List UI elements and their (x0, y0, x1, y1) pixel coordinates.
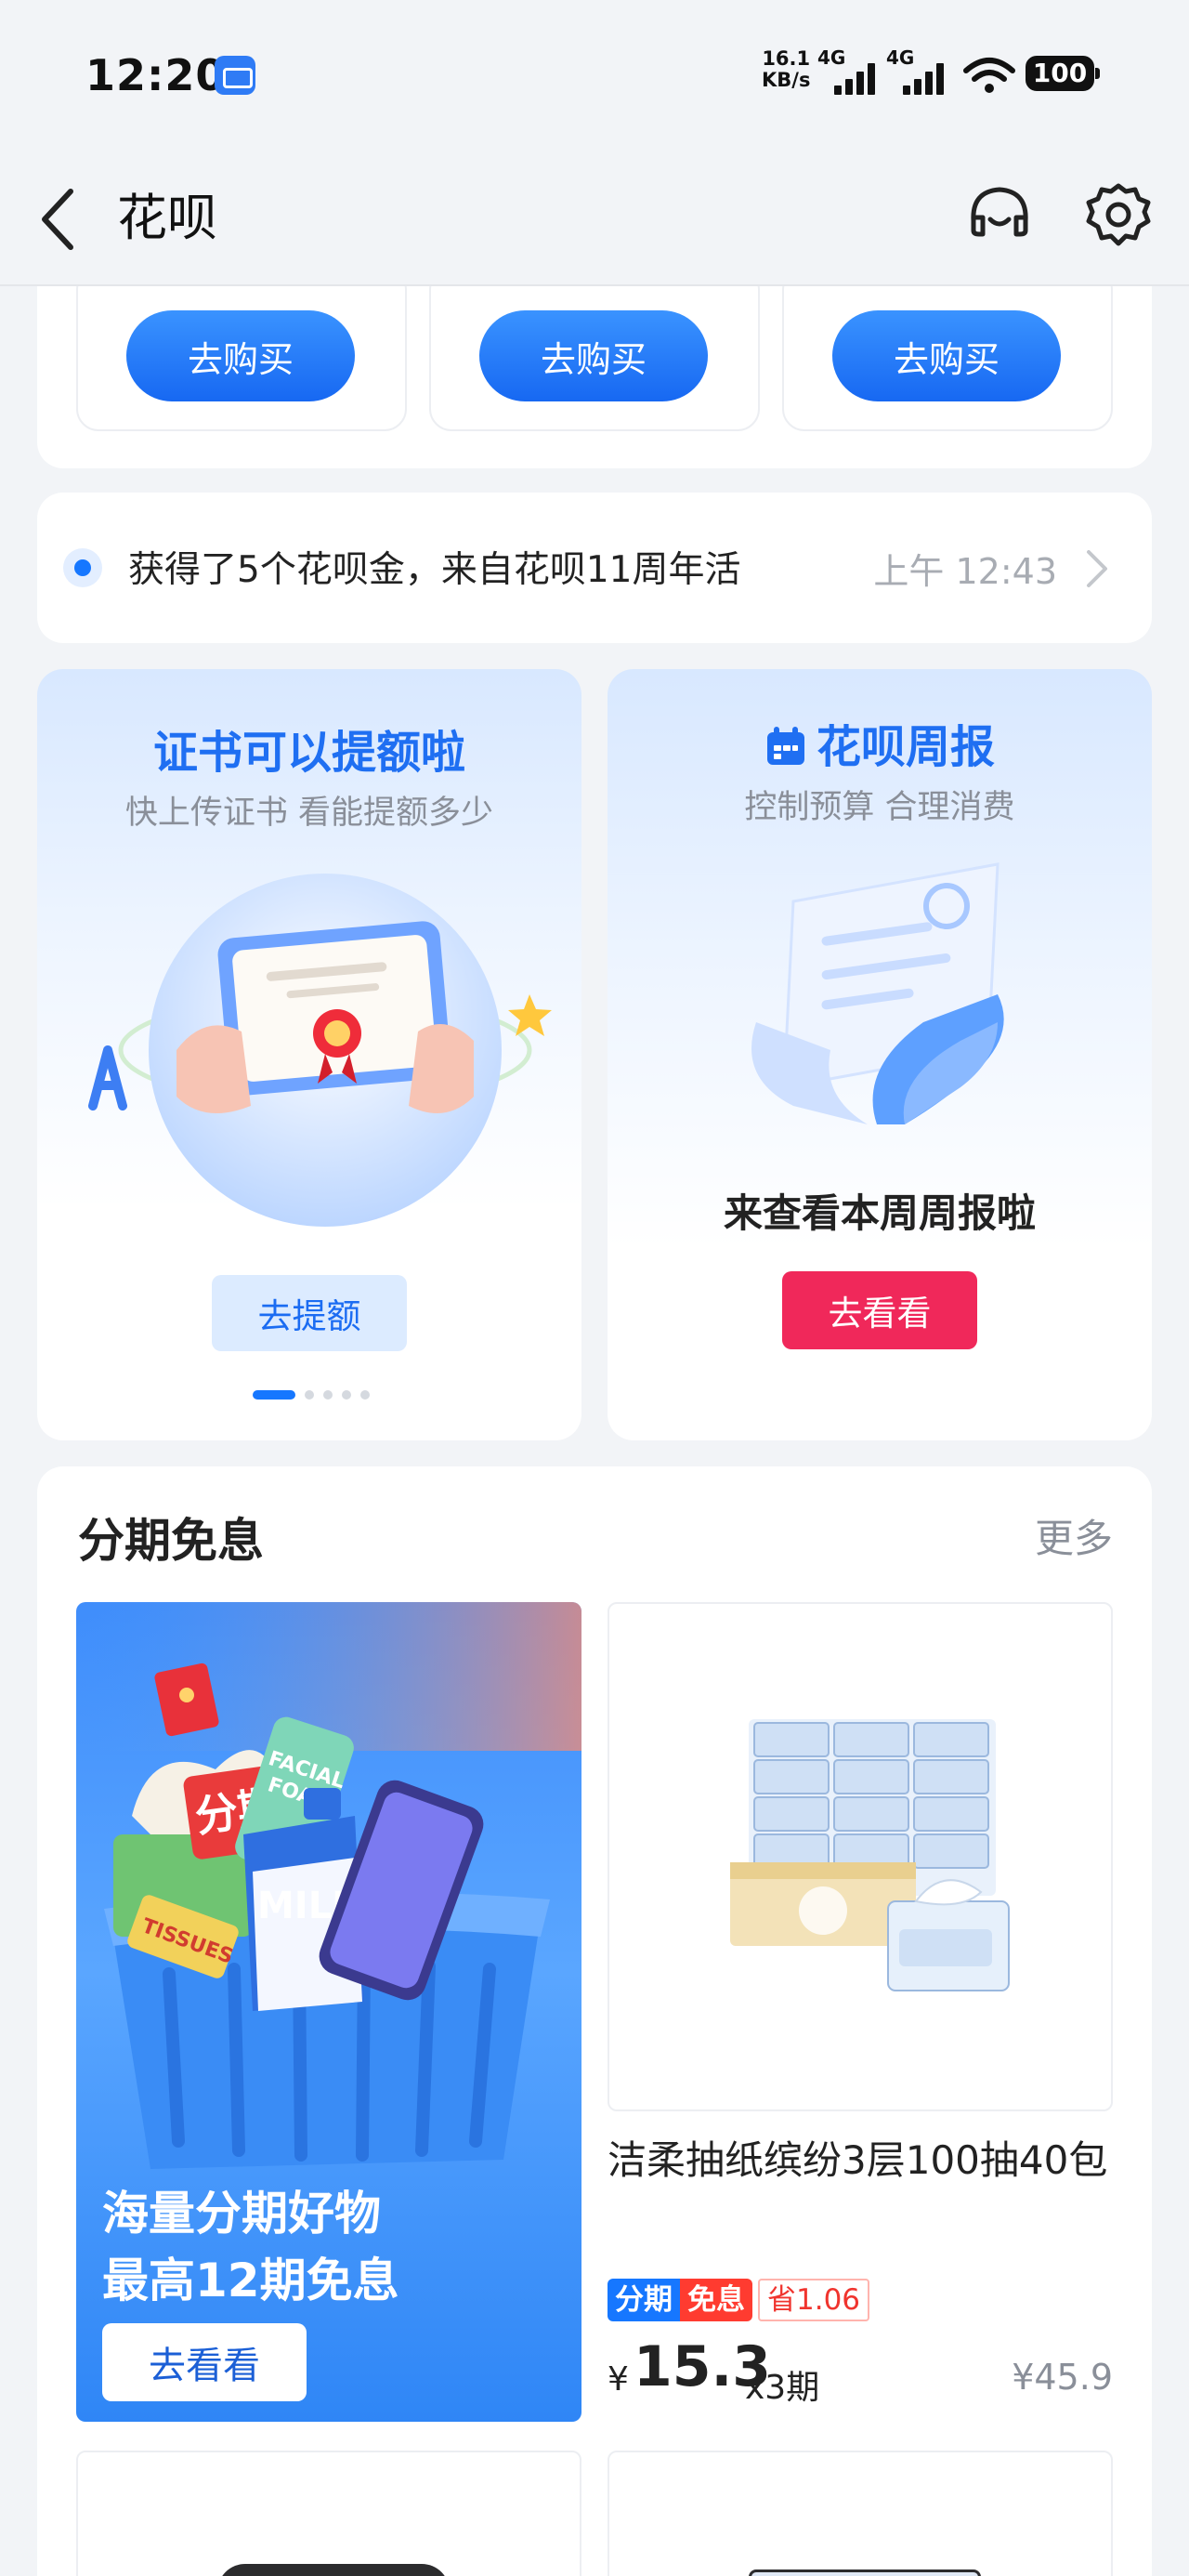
buy-button[interactable]: 去购买 (479, 310, 708, 401)
network-speed-value: 16.1 (762, 47, 811, 70)
installment-section: 分期免息 更多 分期 FACIAL FOAM MILK TISSUES 海量分期… (37, 1466, 1152, 2576)
signal-bars-icon (834, 63, 877, 95)
product-image-partial (749, 2569, 981, 2576)
promo-title: 证书可以提额啦 (152, 727, 465, 779)
radio-dot-icon (63, 548, 102, 587)
buy-cell: 去购买 (429, 286, 760, 431)
network-speed: 16.1 KB/s (762, 48, 810, 91)
wifi-icon (963, 58, 1015, 93)
shopping-basket-illustration: 分期 FACIAL FOAM MILK TISSUES (76, 1602, 581, 2169)
banner-view-button[interactable]: 去看看 (102, 2323, 307, 2401)
promo-subtitle: 快上传证书 看能提额多少 (124, 795, 494, 832)
price-row: ¥ 15.3 x3期 ¥45.9 (608, 2334, 1113, 2409)
headset-icon[interactable] (964, 180, 1035, 251)
section-title: 分期免息 (78, 1514, 264, 1568)
promo-title-row: 花呗周报 (608, 710, 1152, 775)
weekly-report-note: 来查看本周周报啦 (723, 1190, 1036, 1236)
original-price: ¥45.9 (1012, 2357, 1113, 2398)
banner-line-2: 最高12期免息 (102, 2254, 399, 2307)
promo-subtitle: 控制预算 合理消费 (744, 789, 1015, 826)
buy-cell: 去购买 (76, 286, 407, 431)
price-currency: ¥ (608, 2360, 629, 2399)
product-tags: 分期 免息 省1.06 (608, 2279, 870, 2321)
tag-savings: 省1.06 (758, 2279, 870, 2321)
gear-icon[interactable] (1083, 180, 1154, 251)
notification-time: 上午 12:43 (873, 551, 1057, 592)
chevron-right-icon (1087, 550, 1107, 587)
page-title: 花呗 (117, 189, 217, 247)
installment-banner[interactable]: 分期 FACIAL FOAM MILK TISSUES 海量分期好物 最高12期… (76, 1602, 581, 2422)
tissue-pack-illustration (730, 1719, 1010, 1991)
product-name: 洁柔抽纸缤纷3层100抽40包 (608, 2137, 1108, 2183)
banner-line-1: 海量分期好物 (102, 2187, 381, 2241)
notification-bar[interactable]: 获得了5个花呗金，来自花呗11周年活 上午 12:43 (37, 493, 1152, 643)
buy-cell: 去购买 (782, 286, 1113, 431)
status-bar: 12:20 16.1 KB/s 4G 4G 100 (0, 0, 1189, 149)
promo-card-certificate[interactable]: 证书可以提额啦 快上传证书 看能提额多少 去提额 (37, 669, 581, 1440)
battery-indicator: 100 (1026, 56, 1100, 91)
tag-interest-free: 免息 (680, 2279, 752, 2321)
view-report-button[interactable]: 去看看 (782, 1271, 977, 1349)
buy-button[interactable]: 去购买 (126, 310, 355, 401)
back-chevron-icon[interactable] (33, 184, 85, 255)
raise-limit-button[interactable]: 去提额 (212, 1275, 407, 1351)
report-illustration (751, 862, 1004, 1124)
wallet-app-icon (215, 56, 255, 95)
product-card-next[interactable] (76, 2451, 581, 2576)
network-speed-unit: KB/s (762, 69, 811, 91)
product-card[interactable]: 洁柔抽纸缤纷3层100抽40包 分期 免息 省1.06 ¥ 15.3 x3期 ¥45… (608, 1602, 1113, 2422)
product-image (608, 1602, 1113, 2111)
price-period: x3期 (745, 2369, 820, 2407)
status-time: 12:20 (85, 50, 227, 100)
buy-button[interactable]: 去购买 (832, 310, 1061, 401)
product-card-next[interactable] (608, 2451, 1113, 2576)
product-image-partial (217, 2564, 450, 2576)
certificate-illustration (88, 874, 552, 1227)
tag-installment: 分期 (608, 2279, 680, 2321)
nav-bar: 花呗 (0, 149, 1189, 286)
product-buy-row: 去购买 去购买 去购买 (37, 286, 1152, 468)
signal-bars-icon (903, 63, 946, 95)
notification-text: 获得了5个花呗金，来自花呗11周年活 (128, 549, 741, 591)
calendar-icon (766, 727, 804, 765)
promo-title: 花呗周报 (816, 721, 995, 773)
more-link[interactable]: 更多 (1035, 1507, 1113, 1564)
promo-card-weekly-report[interactable]: 花呗周报 控制预算 合理消费 来查看本周周报啦 去看看 (608, 669, 1152, 1440)
